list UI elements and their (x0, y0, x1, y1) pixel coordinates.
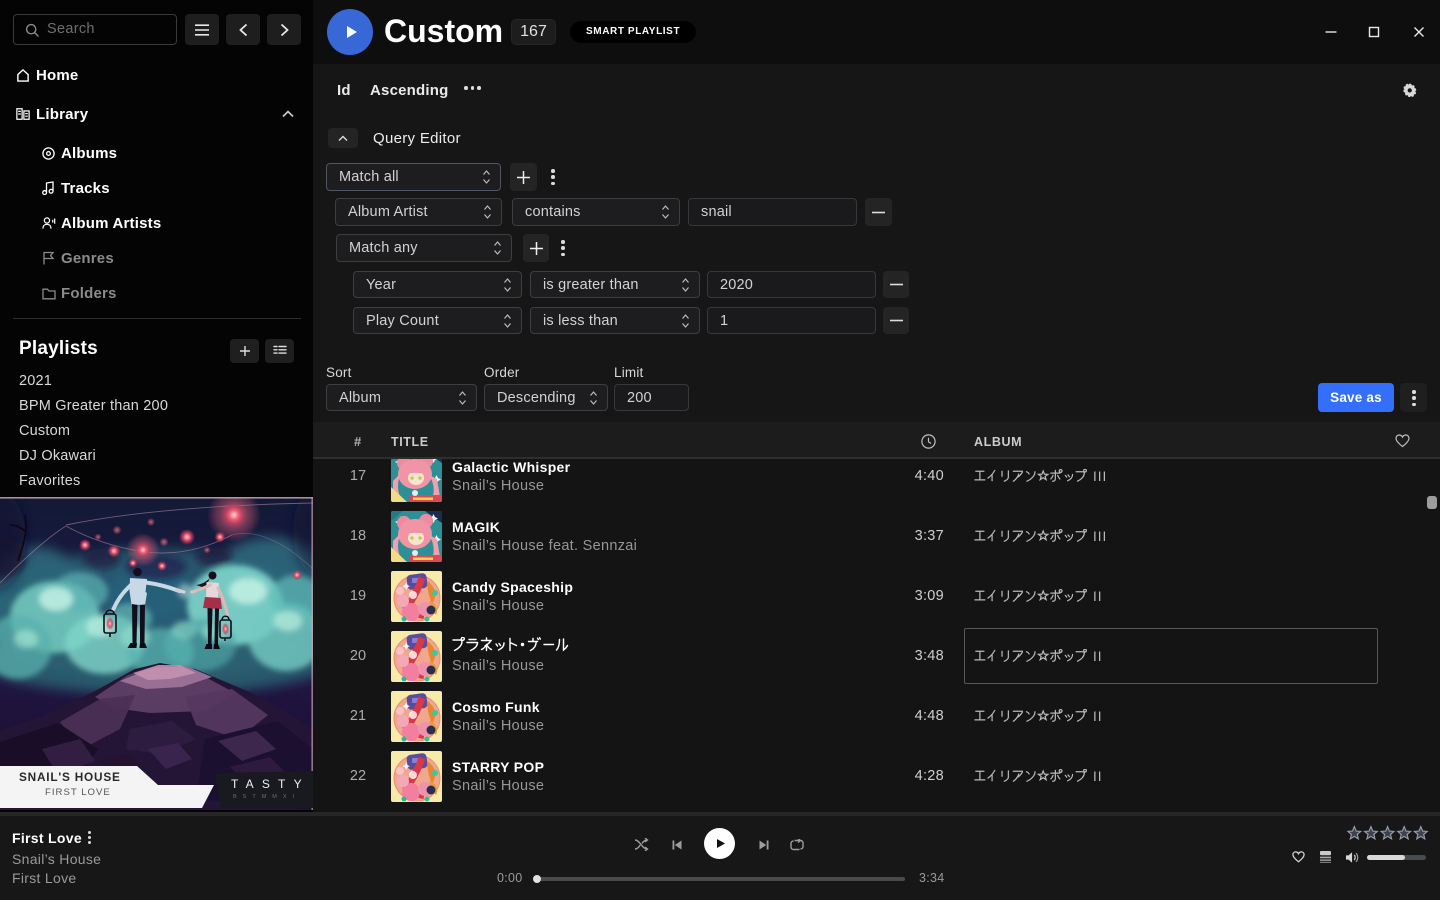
svg-text:FIRST LOVE: FIRST LOVE (45, 787, 111, 798)
svg-text:TASTY: TASTY (231, 777, 310, 791)
svg-text:SNAIL'S HOUSE: SNAIL'S HOUSE (19, 770, 121, 784)
svg-text:BSTMMXI: BSTMMXI (233, 794, 300, 800)
